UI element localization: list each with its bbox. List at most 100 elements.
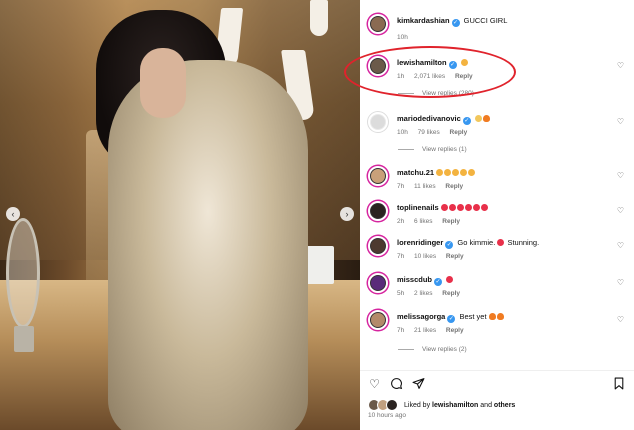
- reply-button[interactable]: Reply: [442, 218, 460, 225]
- comment-username[interactable]: mariodedivanovic: [397, 114, 461, 123]
- divider: [398, 92, 414, 94]
- reply-button[interactable]: Reply: [446, 327, 464, 334]
- red-heart-emoji-icon: [480, 204, 488, 211]
- liked-by-row[interactable]: Liked by lewishamilton and others: [368, 399, 515, 411]
- post-photo[interactable]: ‹ ›: [0, 0, 360, 430]
- reply-button[interactable]: Reply: [442, 290, 460, 297]
- photo-subject-face: [140, 48, 186, 118]
- avatar[interactable]: [368, 273, 388, 293]
- reply-button[interactable]: Reply: [446, 253, 464, 260]
- smiling-hearts-emoji-icon: [468, 169, 476, 176]
- comment-time: 2h: [397, 218, 405, 225]
- like-comment-heart-icon[interactable]: ♡: [617, 241, 624, 250]
- photo-subject-dress: [108, 60, 308, 430]
- comment-time: 7h: [397, 253, 405, 260]
- heart-outline-icon[interactable]: ♡: [368, 377, 381, 391]
- smiling-hearts-emoji-icon: [444, 169, 452, 176]
- red-heart-emoji-icon: [440, 204, 448, 211]
- verified-badge-icon: ✓: [447, 315, 456, 323]
- comment-username[interactable]: matchu.21: [397, 168, 434, 177]
- smiling-hearts-emoji-icon: [436, 169, 444, 176]
- like-comment-heart-icon[interactable]: ♡: [617, 171, 624, 180]
- like-comment-heart-icon[interactable]: ♡: [617, 278, 624, 287]
- reply-button[interactable]: Reply: [450, 129, 468, 136]
- verified-badge-icon: ✓: [462, 117, 471, 125]
- fire-emoji-icon: [488, 313, 496, 320]
- post-timestamp: 10 hours ago: [368, 412, 406, 419]
- like-comment-heart-icon[interactable]: ♡: [617, 206, 624, 215]
- comment-username[interactable]: toplinenails: [397, 203, 439, 212]
- comment-likes[interactable]: 79 likes: [418, 129, 440, 136]
- reply-button[interactable]: Reply: [455, 73, 473, 80]
- fire-emoji-icon: [496, 313, 504, 320]
- like-comment-heart-icon[interactable]: ♡: [617, 61, 624, 70]
- avatar[interactable]: [368, 166, 388, 186]
- comment-time: 10h: [397, 129, 408, 136]
- smiling-hearts-emoji-icon: [452, 169, 460, 176]
- view-replies-button[interactable]: View replies (2): [398, 346, 467, 353]
- photo-vanity-stand: [14, 326, 34, 352]
- comment-time: 1h: [397, 73, 405, 80]
- caption-text: GUCCI GIRL: [463, 16, 508, 25]
- red-heart-emoji-icon: [497, 239, 505, 246]
- caption-username[interactable]: kimkardashian: [397, 16, 450, 25]
- action-bar: ♡: [368, 377, 425, 391]
- comment-likes[interactable]: 2 likes: [414, 290, 432, 297]
- smiling-hearts-emoji-icon: [460, 169, 468, 176]
- reply-button[interactable]: Reply: [445, 183, 463, 190]
- avatar[interactable]: [368, 236, 388, 256]
- avatar[interactable]: [368, 310, 388, 330]
- comment-likes[interactable]: 21 likes: [414, 327, 436, 334]
- previous-photo-button[interactable]: ‹: [6, 207, 20, 221]
- red-heart-emoji-icon: [456, 204, 464, 211]
- smiling-hearts-emoji-icon: [460, 59, 468, 66]
- comment-time: 5h: [397, 290, 405, 297]
- avatar[interactable]: [368, 14, 388, 34]
- avatar[interactable]: [368, 112, 388, 132]
- comment-text-suffix: Stunning.: [505, 238, 540, 247]
- verified-badge-icon: ✓: [451, 19, 460, 27]
- verified-badge-icon: ✓: [448, 61, 457, 69]
- comment-username[interactable]: lorenridinger: [397, 238, 443, 247]
- post-footer: ♡ Liked by lewishamilton and others 10 h…: [360, 370, 634, 430]
- view-replies-button[interactable]: View replies (280): [398, 90, 474, 97]
- liked-by-text: Liked by lewishamilton and others: [404, 401, 516, 409]
- divider: [398, 348, 414, 350]
- comment-likes[interactable]: 2,071 likes: [414, 73, 445, 80]
- comment-time: 7h: [397, 327, 405, 334]
- red-heart-emoji-icon: [472, 204, 480, 211]
- comment-likes[interactable]: 6 likes: [414, 218, 432, 225]
- liked-by-others-link[interactable]: others: [494, 402, 515, 409]
- comment-likes[interactable]: 10 likes: [414, 253, 436, 260]
- comment-username[interactable]: melissagorga: [397, 312, 445, 321]
- view-replies-button[interactable]: View replies (1): [398, 146, 467, 153]
- comment-username[interactable]: lewishamilton: [397, 58, 447, 67]
- red-heart-emoji-icon: [448, 204, 456, 211]
- like-comment-heart-icon[interactable]: ♡: [617, 315, 624, 324]
- red-heart-emoji-icon: [464, 204, 472, 211]
- comment-time: 7h: [397, 183, 405, 190]
- comment-text: Best yet: [459, 312, 489, 321]
- avatar[interactable]: [368, 56, 388, 76]
- comment-bubble-icon[interactable]: [390, 377, 403, 390]
- clap-emoji-icon: [474, 115, 482, 122]
- divider: [398, 148, 414, 150]
- comment-likes[interactable]: 11 likes: [414, 183, 436, 190]
- like-comment-heart-icon[interactable]: ♡: [617, 117, 624, 126]
- comments-panel[interactable]: kimkardashian ✓ GUCCI GIRL 10h lewishamil…: [360, 0, 634, 430]
- liked-by-user-link[interactable]: lewishamilton: [432, 402, 478, 409]
- avatar[interactable]: [368, 201, 388, 221]
- verified-badge-icon: ✓: [434, 278, 443, 286]
- comment-text: Go kimmie.: [457, 238, 498, 247]
- bookmark-icon[interactable]: [613, 377, 626, 390]
- photo-lamp: [310, 0, 328, 36]
- photo-vanity-mirror: [6, 218, 40, 328]
- comment-username[interactable]: misscdub: [397, 275, 432, 284]
- send-icon[interactable]: [412, 377, 425, 390]
- next-photo-button[interactable]: ›: [340, 207, 354, 221]
- caption-time: 10h: [397, 34, 408, 41]
- verified-badge-icon: ✓: [445, 241, 454, 249]
- avatar: [386, 399, 398, 411]
- fire-emoji-icon: [482, 115, 490, 122]
- red-heart-emoji-icon: [446, 276, 454, 283]
